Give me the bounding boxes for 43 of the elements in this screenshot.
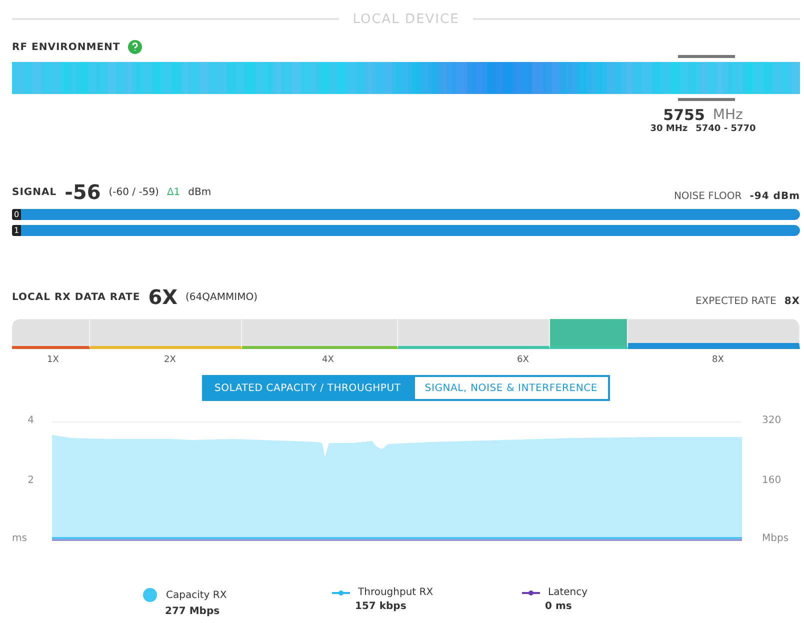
- chart-tab[interactable]: SIGNAL, NOISE & INTERFERENCE: [412, 375, 610, 401]
- axis-tick: 160: [762, 475, 782, 486]
- rate-scale-label: 1X: [47, 355, 59, 365]
- rate-scale-label: 4X: [322, 355, 334, 365]
- channel-width: 30 MHz: [650, 124, 688, 134]
- axis-tick: 2: [28, 475, 34, 486]
- legend-label: Capacity RX: [166, 590, 227, 600]
- frequency-unit: MHz: [712, 107, 743, 123]
- rate-scale-label: 8X: [712, 355, 724, 365]
- signal-range: (-60 / -59): [108, 186, 159, 198]
- frequency-value: 5755: [663, 106, 705, 124]
- chain-label: 1: [12, 224, 21, 236]
- noise-floor-value: -94 dBm: [750, 191, 800, 202]
- legend-value: 277 Mbps: [164, 606, 221, 617]
- chain-label: 0: [12, 208, 21, 220]
- rate-modulation: (64QAMMIMO): [186, 292, 258, 302]
- axis-unit: Mbps: [762, 533, 789, 544]
- signal-delta: Δ1: [166, 186, 180, 198]
- rate-scale-label: 6X: [517, 355, 529, 365]
- rf-environment-label: RF ENVIRONMENT: [12, 42, 120, 52]
- noise-floor-label: NOISE FLOOR: [674, 191, 742, 202]
- line-marker-icon: [332, 588, 350, 598]
- expected-rate-label: EXPECTED RATE: [695, 296, 776, 307]
- rate-label: LOCAL RX DATA RATE: [12, 292, 140, 302]
- chart-tab[interactable]: SOLATED CAPACITY / THROUGHPUT: [202, 375, 413, 401]
- signal-unit: dBm: [188, 186, 212, 198]
- rate-scale-label: 2X: [164, 355, 176, 365]
- expected-rate-value: 8X: [784, 296, 800, 307]
- line-marker-icon: [522, 588, 540, 598]
- legend-value: 0 ms: [544, 601, 573, 612]
- legend-label: Latency: [548, 587, 588, 598]
- axis-unit: ms: [12, 533, 27, 544]
- circle-icon: [142, 587, 158, 603]
- channel-marker: [678, 55, 735, 101]
- axis-tick: 320: [762, 415, 782, 426]
- signal-value: -56: [64, 182, 101, 202]
- help-icon[interactable]: [128, 40, 142, 54]
- axis-tick: 4: [28, 415, 34, 426]
- channel-range: 5740 - 5770: [696, 124, 756, 134]
- signal-label: SIGNAL: [12, 186, 57, 198]
- rate-value: 6X: [148, 287, 178, 307]
- legend-label: Throughput RX: [358, 587, 434, 598]
- legend-value: 157 kbps: [354, 601, 408, 612]
